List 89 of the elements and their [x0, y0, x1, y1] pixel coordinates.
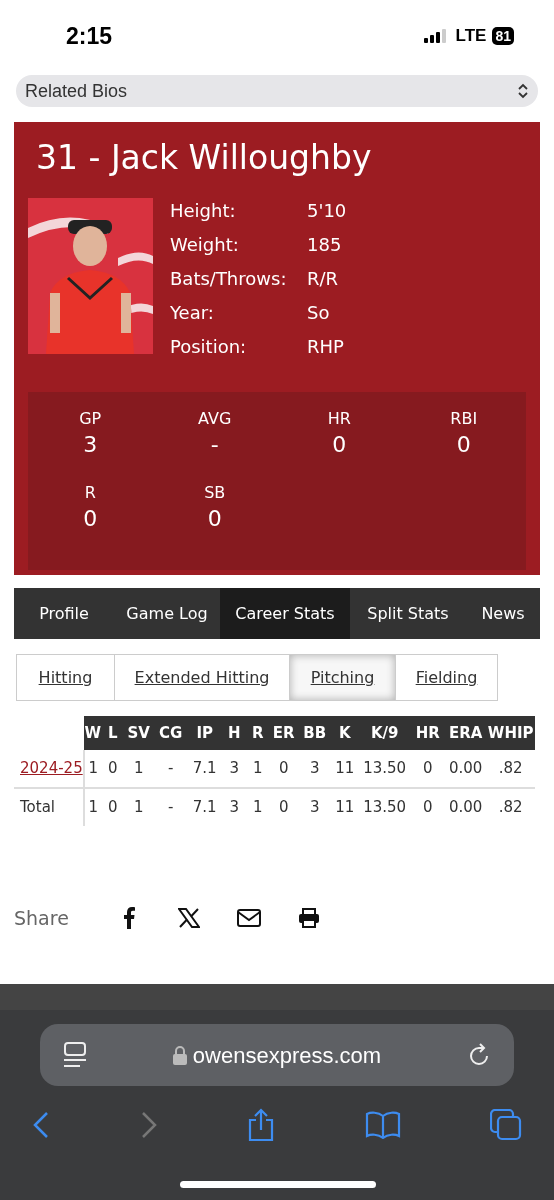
stat-label: SB [204, 482, 226, 504]
tabs-icon[interactable] [490, 1109, 522, 1141]
nav-tab[interactable]: Career Stats [220, 588, 350, 639]
column-header: WHIP [486, 716, 535, 750]
season-link[interactable]: 2024-25 [20, 759, 83, 778]
related-bios-select[interactable]: Related Bios [16, 75, 538, 107]
table-cell: 0.00 [444, 788, 487, 826]
column-header: HR [410, 716, 445, 750]
lock-icon [172, 1045, 187, 1065]
table-cell: 3 [298, 750, 331, 788]
table-cell: 1 [83, 750, 102, 788]
table-cell: 3 [221, 788, 247, 826]
back-icon[interactable] [32, 1111, 50, 1139]
table-cell: 13.50 [358, 788, 411, 826]
bio-value: R/R [307, 267, 339, 291]
table-cell: 1 [246, 750, 269, 788]
printer-icon[interactable] [297, 908, 320, 929]
share-icon[interactable] [247, 1108, 275, 1142]
stat-value: 0 [207, 505, 222, 533]
bio-label: Height: [170, 199, 237, 223]
bio-value: 5'10 [307, 199, 347, 223]
bio-label: Position: [170, 335, 248, 359]
table-cell: 0 [410, 788, 445, 826]
stat-tab[interactable]: Pitching [289, 655, 395, 700]
reload-icon[interactable] [468, 1043, 490, 1067]
book-icon[interactable] [364, 1111, 401, 1139]
stat-label: AVG [198, 408, 232, 430]
bio-label: Year: [170, 301, 215, 325]
bio-label: Bats/Throws: [170, 267, 288, 291]
column-header: R [246, 716, 269, 750]
table-cell: 0 [268, 788, 299, 826]
bio-label: Weight: [170, 233, 240, 257]
stat-value: 0 [456, 431, 471, 459]
table-cell: 0 [101, 750, 124, 788]
table-cell: 1 [83, 788, 102, 826]
table-cell: 0.00 [444, 750, 487, 788]
column-header: K [330, 716, 359, 750]
table-cell: 0 [410, 750, 445, 788]
table-cell: 1 [246, 788, 269, 826]
stat-label: GP [79, 408, 102, 430]
share-label: Share [14, 906, 69, 931]
player-name: 31 - Jack Willoughby [35, 137, 373, 179]
bio-value: So [307, 301, 330, 325]
column-header: H [221, 716, 247, 750]
column-header: K/9 [358, 716, 411, 750]
table-cell: 0 [268, 750, 299, 788]
battery-level: 81 [492, 27, 514, 45]
mail-icon[interactable] [236, 909, 261, 928]
facebook-icon[interactable] [122, 907, 135, 930]
stat-label: R [84, 482, 96, 504]
bio-value: RHP [307, 335, 344, 359]
x-logo-icon[interactable] [177, 908, 200, 929]
stat-value: - [210, 431, 219, 459]
column-header: W [83, 716, 102, 750]
table-cell: 1 [123, 788, 154, 826]
row-label: Total [20, 798, 56, 817]
reader-icon[interactable] [64, 1042, 86, 1068]
column-header: SV [123, 716, 154, 750]
table-cell: .82 [486, 750, 535, 788]
column-header: CG [153, 716, 188, 750]
column-header: ER [268, 716, 299, 750]
table-cell: .82 [486, 788, 535, 826]
table-cell: 0 [101, 788, 124, 826]
table-cell: - [153, 750, 188, 788]
bio-value: 185 [307, 233, 342, 257]
table-cell: 11 [330, 750, 359, 788]
table-cell: 1 [123, 750, 154, 788]
table-cell: - [153, 788, 188, 826]
stat-label: RBI [450, 408, 478, 430]
stat-value: 0 [332, 431, 347, 459]
stat-value: 0 [83, 505, 98, 533]
address-bar[interactable]: owensexpress.com [40, 1024, 514, 1086]
clock-time: 2:15 [66, 21, 113, 51]
table-cell: 13.50 [358, 750, 411, 788]
forward-icon[interactable] [139, 1111, 158, 1139]
column-header: ERA [444, 716, 487, 750]
table-cell: 7.1 [187, 788, 222, 826]
column-header: L [101, 716, 124, 750]
table-cell: 3 [298, 788, 331, 826]
stat-label: HR [327, 408, 351, 430]
table-cell: 11 [330, 788, 359, 826]
url-text: owensexpress.com [192, 1041, 382, 1070]
column-header: IP [187, 716, 222, 750]
table-cell: 3 [221, 750, 247, 788]
stat-value: 3 [83, 431, 98, 459]
network-label: LTE [455, 25, 487, 48]
chevron-updown-icon [517, 83, 529, 99]
table-cell: 7.1 [187, 750, 222, 788]
column-header: BB [298, 716, 331, 750]
